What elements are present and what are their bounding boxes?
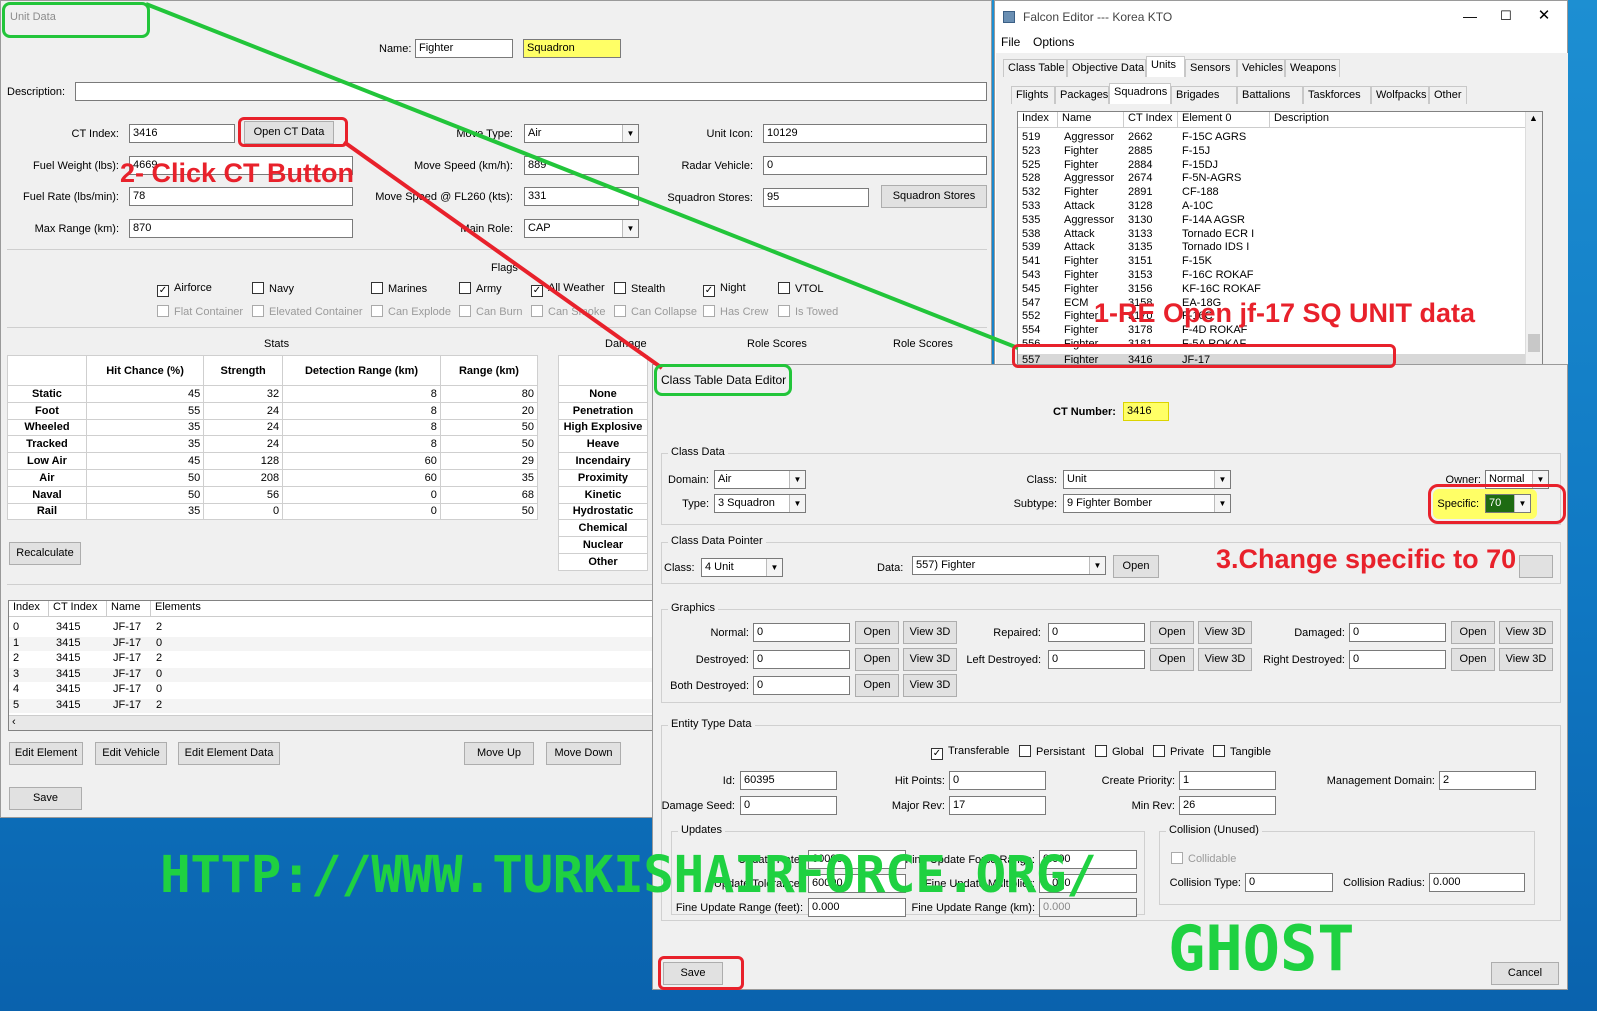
jf17-row-highlight	[1012, 344, 1396, 368]
red-arrow-line	[342, 140, 664, 370]
ct-editor-title-highlight	[654, 364, 792, 396]
ct-save-highlight	[658, 956, 744, 990]
step1-annotation: 1-RE Open jf-17 SQ UNIT data	[1094, 298, 1476, 328]
step2-annotation: 2- Click CT Button	[120, 158, 354, 188]
open-ct-button-highlight	[238, 117, 348, 147]
specific-field-highlight	[1428, 484, 1566, 524]
watermark-url: HTTP://WWW.TURKISHAIRFORCE.ORG/	[160, 846, 1097, 905]
watermark-ghost: GHOST	[1168, 912, 1355, 985]
step3-annotation: 3.Change specific to 70	[1216, 544, 1517, 574]
unit-data-title-highlight	[2, 2, 150, 38]
